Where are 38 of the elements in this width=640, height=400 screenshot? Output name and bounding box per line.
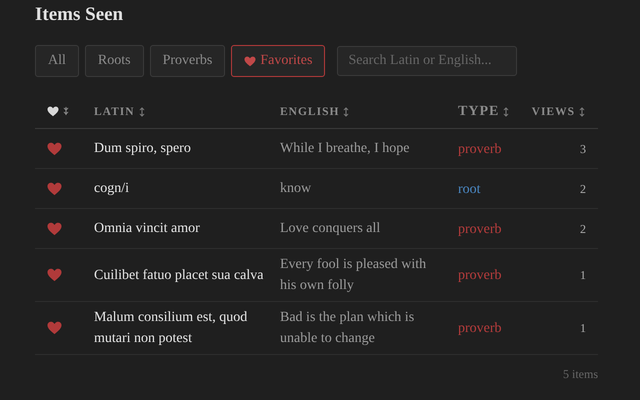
latin-text: cogn/i xyxy=(94,180,130,198)
filter-tab[interactable]: Favorites xyxy=(231,45,326,77)
english-text: Love conquers all xyxy=(280,220,382,238)
view-count: 3 xyxy=(580,142,586,156)
sort-icon[interactable] xyxy=(579,106,585,116)
sort-icon[interactable] xyxy=(503,106,510,116)
heart-icon xyxy=(244,56,256,66)
english-text: know xyxy=(280,180,312,198)
filter-tab[interactable]: Roots xyxy=(84,45,144,77)
filter-tab[interactable]: Proverbs xyxy=(150,45,226,77)
column-header[interactable]: LATIN xyxy=(94,106,135,118)
sort-icon[interactable] xyxy=(138,106,145,116)
column-header[interactable]: TYPE xyxy=(458,104,500,120)
filter-tab[interactable]: All xyxy=(35,45,79,77)
english-text: While I breathe, I hope xyxy=(280,140,410,158)
view-count: 2 xyxy=(580,222,586,236)
column-header[interactable]: ENGLISH xyxy=(280,106,340,118)
latin-text: Cuilibet fatuo placet sua calva xyxy=(94,266,264,284)
sort-icon[interactable] xyxy=(343,106,350,116)
page-title: Items Seen xyxy=(35,3,124,27)
latin-text: Malum consilium est, quod mutari non potest xyxy=(94,309,248,348)
latin-text: Omnia vincit amor xyxy=(94,220,201,238)
type-label: root xyxy=(458,182,481,196)
search-field[interactable]: Search Latin or English... xyxy=(337,46,518,76)
type-label: proverb xyxy=(458,268,502,283)
view-count: 2 xyxy=(580,182,586,196)
type-label: proverb xyxy=(458,222,502,236)
item-count: 5 items xyxy=(563,367,598,381)
view-count: 1 xyxy=(580,321,586,335)
column-header[interactable]: VIEWS xyxy=(532,106,575,118)
view-count: 1 xyxy=(580,268,586,282)
sort-down-icon[interactable] xyxy=(63,107,69,116)
type-label: proverb xyxy=(458,321,502,336)
type-label: proverb xyxy=(458,142,502,156)
english-text: Every fool is pleased with his own folly xyxy=(280,256,428,295)
english-text: Bad is the plan which is unable to change xyxy=(280,309,416,348)
heart-icon[interactable] xyxy=(47,106,59,117)
latin-text: Dum spiro, spero xyxy=(94,140,192,158)
